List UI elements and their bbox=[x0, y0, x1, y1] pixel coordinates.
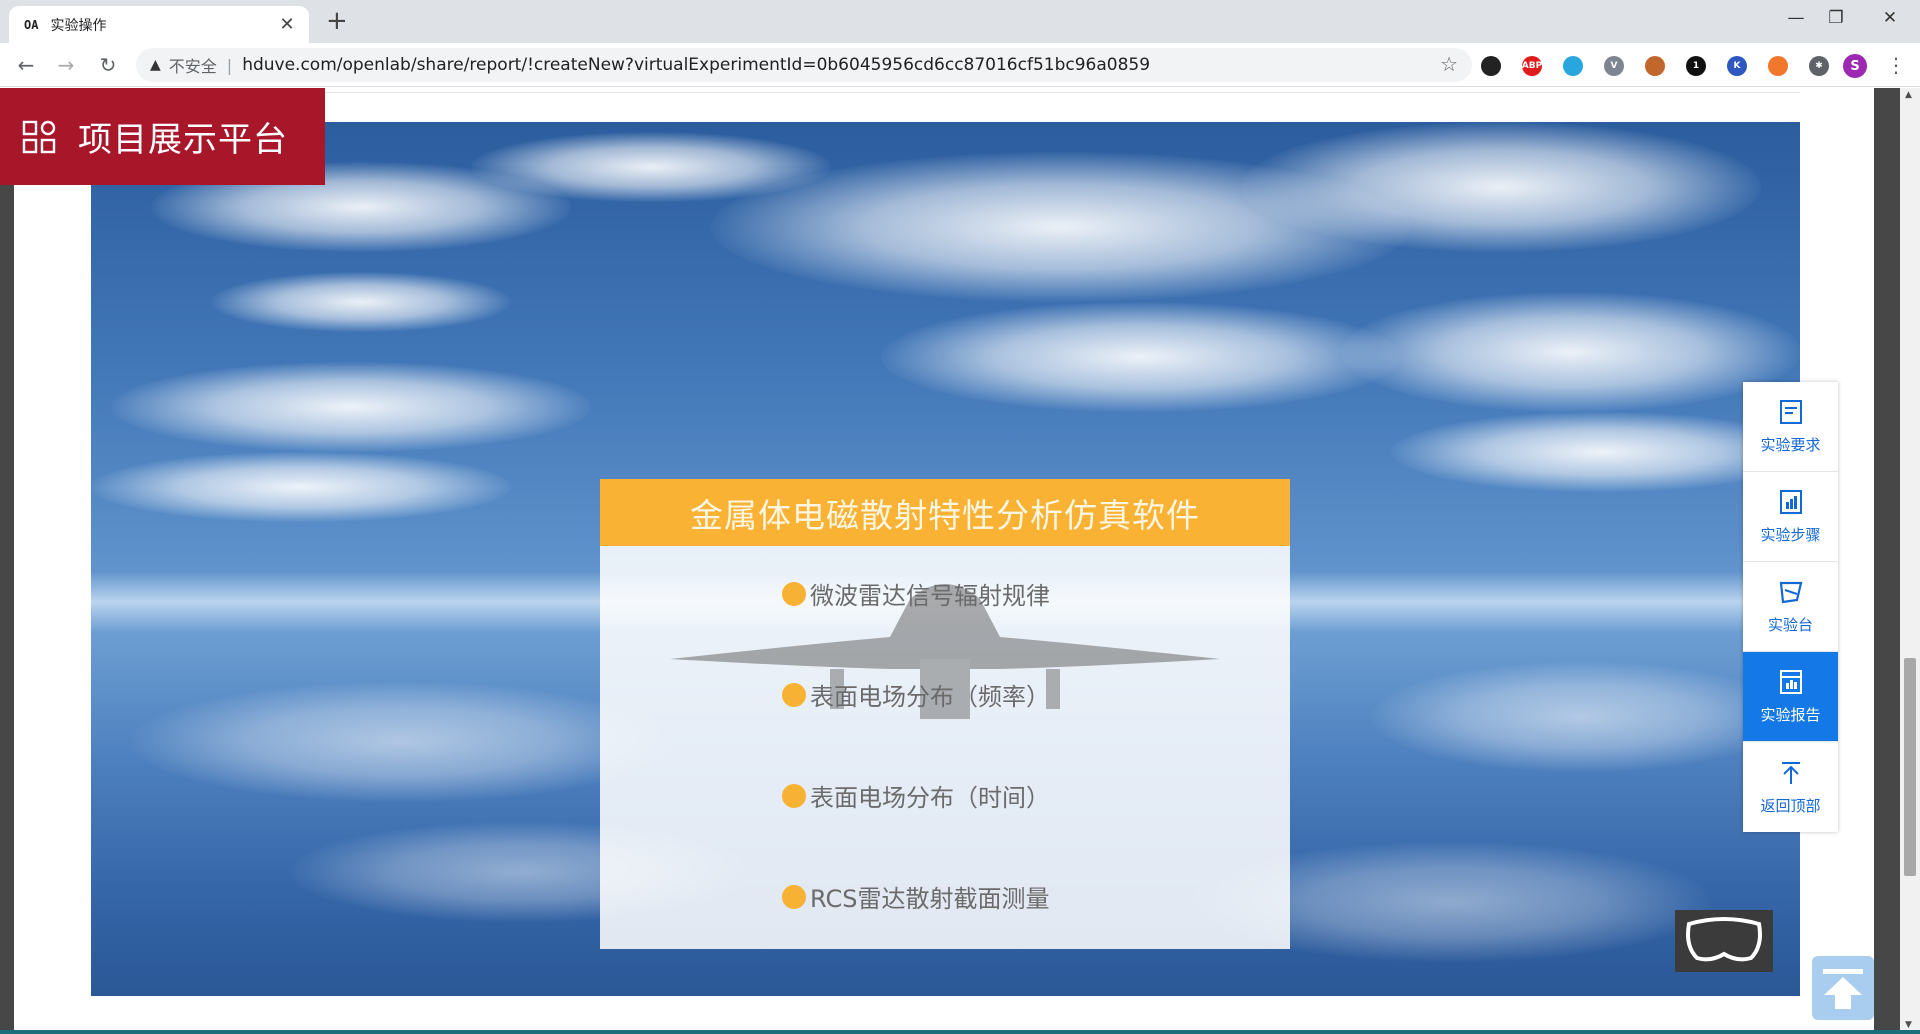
puzzle-extension-icon[interactable]: ✱ bbox=[1809, 56, 1829, 76]
abp-extension-icon[interactable]: ABP bbox=[1522, 56, 1542, 76]
tab-favicon: OA bbox=[24, 17, 39, 32]
module-label: 微波雷达信号辐射规律 bbox=[810, 582, 1050, 610]
vr-headset-icon bbox=[1686, 917, 1762, 962]
reload-button[interactable]: ↻ bbox=[94, 51, 122, 79]
document-icon bbox=[1779, 400, 1802, 424]
bullet-dot-icon bbox=[782, 884, 806, 909]
browser-menu-icon[interactable]: ⋮ bbox=[1886, 53, 1906, 77]
cloud bbox=[211, 272, 511, 332]
bar-chart-icon bbox=[1779, 490, 1802, 514]
profile-avatar[interactable]: S bbox=[1843, 54, 1867, 78]
warning-triangle-icon[interactable]: ▲ bbox=[150, 57, 161, 73]
address-bar[interactable]: ▲ 不安全 | hduve.com/openlab/share/report/!… bbox=[136, 48, 1472, 82]
scroll-down-arrow-icon[interactable]: ▼ bbox=[1905, 1020, 1912, 1030]
side-item-label: 实验台 bbox=[1767, 616, 1813, 634]
security-status[interactable]: 不安全 bbox=[169, 53, 217, 77]
page-viewport: 项目展示平台 金属体电磁散射特性分析仿真软件 微波雷达信号辐射规律 表面电场分布… bbox=[0, 88, 1920, 1034]
back-to-top-icon bbox=[1823, 969, 1863, 1009]
left-gutter bbox=[0, 88, 14, 1034]
side-item-label: 返回顶部 bbox=[1760, 796, 1821, 815]
top-divider bbox=[90, 92, 1800, 93]
side-item-back-to-top[interactable]: 返回顶部 bbox=[1743, 742, 1838, 832]
cloud bbox=[1341, 292, 1800, 412]
back-to-top-button[interactable] bbox=[1812, 956, 1874, 1020]
browser-toolbar: ← → ↻ ▲ 不安全 | hduve.com/openlab/share/re… bbox=[0, 43, 1920, 87]
experiment-card: 金属体电磁散射特性分析仿真软件 微波雷达信号辐射规律 表面电场分布（频率） 表面… bbox=[600, 479, 1290, 949]
bullet-dot-icon bbox=[782, 682, 806, 707]
bookmark-star-icon[interactable]: ☆ bbox=[1440, 52, 1458, 76]
scroll-up-arrow-icon[interactable]: ▲ bbox=[1905, 90, 1912, 100]
eye-extension-icon[interactable] bbox=[1481, 56, 1501, 76]
bullet-dot-icon bbox=[782, 783, 806, 808]
cloud-reflection bbox=[1371, 662, 1791, 772]
cloud-reflection bbox=[131, 682, 671, 802]
side-nav-panel: 实验要求 实验步骤 实验台 实验报告 返回顶部 bbox=[1743, 382, 1838, 832]
brand-title: 项目展示平台 bbox=[78, 120, 288, 160]
browser-tab-bar: OA 实验操作 ✕ + — ❐ ✕ bbox=[0, 0, 1920, 43]
bullet-dot-icon bbox=[782, 581, 806, 606]
cloud bbox=[111, 362, 591, 452]
side-item-requirements[interactable]: 实验要求 bbox=[1743, 382, 1838, 472]
module-item[interactable]: 表面电场分布（频率） bbox=[782, 677, 1050, 712]
tab-close-icon[interactable]: ✕ bbox=[277, 14, 297, 35]
cloud bbox=[1241, 122, 1761, 252]
module-label: RCS雷达散射截面测量 bbox=[810, 885, 1050, 913]
window-close-button[interactable]: ✕ bbox=[1860, 0, 1920, 36]
cloud bbox=[1391, 412, 1800, 492]
new-tab-button[interactable]: + bbox=[326, 6, 348, 36]
bottom-edge-bar bbox=[0, 1030, 1920, 1034]
lock-extension-icon[interactable] bbox=[1768, 56, 1788, 76]
module-item[interactable]: 表面电场分布（时间） bbox=[782, 778, 1050, 813]
module-label: 表面电场分布（频率） bbox=[810, 683, 1050, 711]
cloud bbox=[91, 452, 511, 522]
workbench-icon bbox=[1779, 581, 1802, 604]
card-header: 金属体电磁散射特性分析仿真软件 bbox=[600, 479, 1290, 546]
page-scrollbar[interactable]: ▲ ▼ bbox=[1900, 88, 1920, 1034]
cloud bbox=[881, 302, 1401, 412]
restore-button[interactable]: ❐ bbox=[1806, 0, 1866, 36]
back-button[interactable]: ← bbox=[12, 51, 40, 79]
module-label: 表面电场分布（时间） bbox=[810, 784, 1050, 812]
scrollbar-thumb[interactable] bbox=[1904, 658, 1916, 876]
brand-banner[interactable]: 项目展示平台 bbox=[0, 88, 325, 185]
browser-tab[interactable]: OA 实验操作 ✕ bbox=[9, 6, 309, 43]
side-item-label: 实验要求 bbox=[1760, 436, 1821, 454]
side-item-report[interactable]: 实验报告 bbox=[1743, 652, 1838, 742]
tab-title: 实验操作 bbox=[50, 17, 107, 34]
vr-mode-button[interactable] bbox=[1675, 910, 1773, 972]
address-separator: | bbox=[226, 55, 233, 75]
side-item-steps[interactable]: 实验步骤 bbox=[1743, 472, 1838, 562]
module-item[interactable]: RCS雷达散射截面测量 bbox=[782, 879, 1049, 914]
q-extension-icon[interactable]: 1 bbox=[1686, 56, 1706, 76]
report-icon bbox=[1779, 670, 1802, 694]
bird-extension-icon[interactable] bbox=[1563, 56, 1583, 76]
side-item-label: 实验报告 bbox=[1760, 706, 1821, 724]
k-extension-icon[interactable]: K bbox=[1727, 56, 1747, 76]
side-item-label: 实验步骤 bbox=[1760, 526, 1821, 544]
side-item-workbench[interactable]: 实验台 bbox=[1743, 562, 1838, 652]
module-item[interactable]: 微波雷达信号辐射规律 bbox=[782, 576, 1050, 611]
right-gutter bbox=[1874, 88, 1900, 1034]
forward-button[interactable]: → bbox=[52, 51, 80, 79]
owl-extension-icon[interactable] bbox=[1645, 56, 1665, 76]
arrow-up-icon bbox=[1781, 761, 1800, 784]
card-title: 金属体电磁散射特性分析仿真软件 bbox=[690, 495, 1200, 535]
grid-apps-icon bbox=[22, 120, 56, 153]
url-text[interactable]: hduve.com/openlab/share/report/!createNe… bbox=[242, 55, 1150, 75]
v-extension-icon[interactable]: V bbox=[1604, 56, 1624, 76]
